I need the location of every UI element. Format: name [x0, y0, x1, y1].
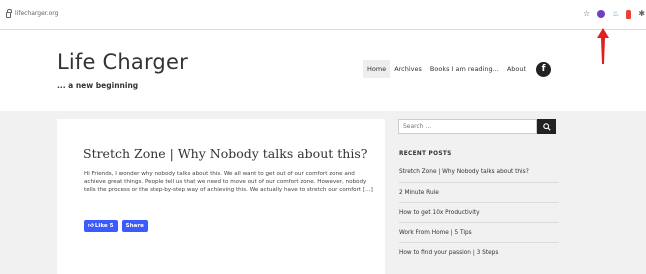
cup-extension-icon[interactable]: ♨ [612, 9, 619, 19]
social-buttons: 👍︎Like 5 Share [84, 220, 148, 232]
post-title[interactable]: Stretch Zone | Why Nobody talks about th… [83, 146, 367, 161]
search-form [398, 119, 556, 134]
annotation-arrow-icon [597, 28, 609, 64]
url-text[interactable]: lifecharger.org [15, 10, 58, 17]
share-button[interactable]: Share [121, 220, 148, 232]
recent-post-link[interactable]: Stretch Zone | Why Nobody talks about th… [399, 162, 559, 182]
puzzle-icon[interactable]: ✱ [638, 9, 645, 19]
recent-posts-heading: RECENT POSTS [399, 151, 452, 157]
extension-icons: ☆ ♨ ✱ ≡ [583, 9, 646, 19]
facebook-icon[interactable]: f [536, 61, 552, 77]
like-button[interactable]: 👍︎Like 5 [84, 220, 118, 232]
recent-post-link[interactable]: 2 Minute Rule [399, 182, 559, 202]
recent-post-link[interactable]: Work From Home | 5 Tips [399, 222, 559, 242]
nav-item-archives[interactable]: Archives [390, 60, 426, 78]
address-bar[interactable]: lifecharger.org [6, 8, 58, 18]
nav-item-about[interactable]: About [503, 60, 530, 78]
nav-item-books[interactable]: Books I am reading... [426, 60, 503, 78]
like-label: Like 5 [94, 223, 114, 229]
recent-post-link[interactable]: How to get 10x Productivity [399, 202, 559, 222]
purple-extension-icon[interactable] [597, 10, 606, 18]
recent-post-link[interactable]: How to find your passion | 3 Steps [399, 242, 559, 262]
bottle-extension-icon[interactable] [626, 9, 632, 19]
site-tagline: ... a new beginning [57, 81, 139, 90]
search-button[interactable] [537, 119, 556, 134]
browser-toolbar: lifecharger.org ☆ ♨ ✱ ≡ [0, 0, 646, 30]
nav-item-home[interactable]: Home [363, 60, 391, 78]
main-nav: Home Archives Books I am reading... Abou… [363, 60, 552, 78]
star-icon[interactable]: ☆ [583, 9, 590, 19]
lock-icon [6, 8, 12, 18]
post-excerpt: Hi Friends, I wonder why nobody talks ab… [84, 171, 373, 194]
post-card: Stretch Zone | Why Nobody talks about th… [57, 119, 385, 274]
recent-posts-list: Stretch Zone | Why Nobody talks about th… [399, 162, 559, 262]
thumbs-up-icon: 👍︎ [88, 223, 94, 229]
search-input[interactable] [398, 119, 537, 134]
site-title[interactable]: Life Charger [57, 50, 188, 74]
search-icon [542, 122, 551, 131]
